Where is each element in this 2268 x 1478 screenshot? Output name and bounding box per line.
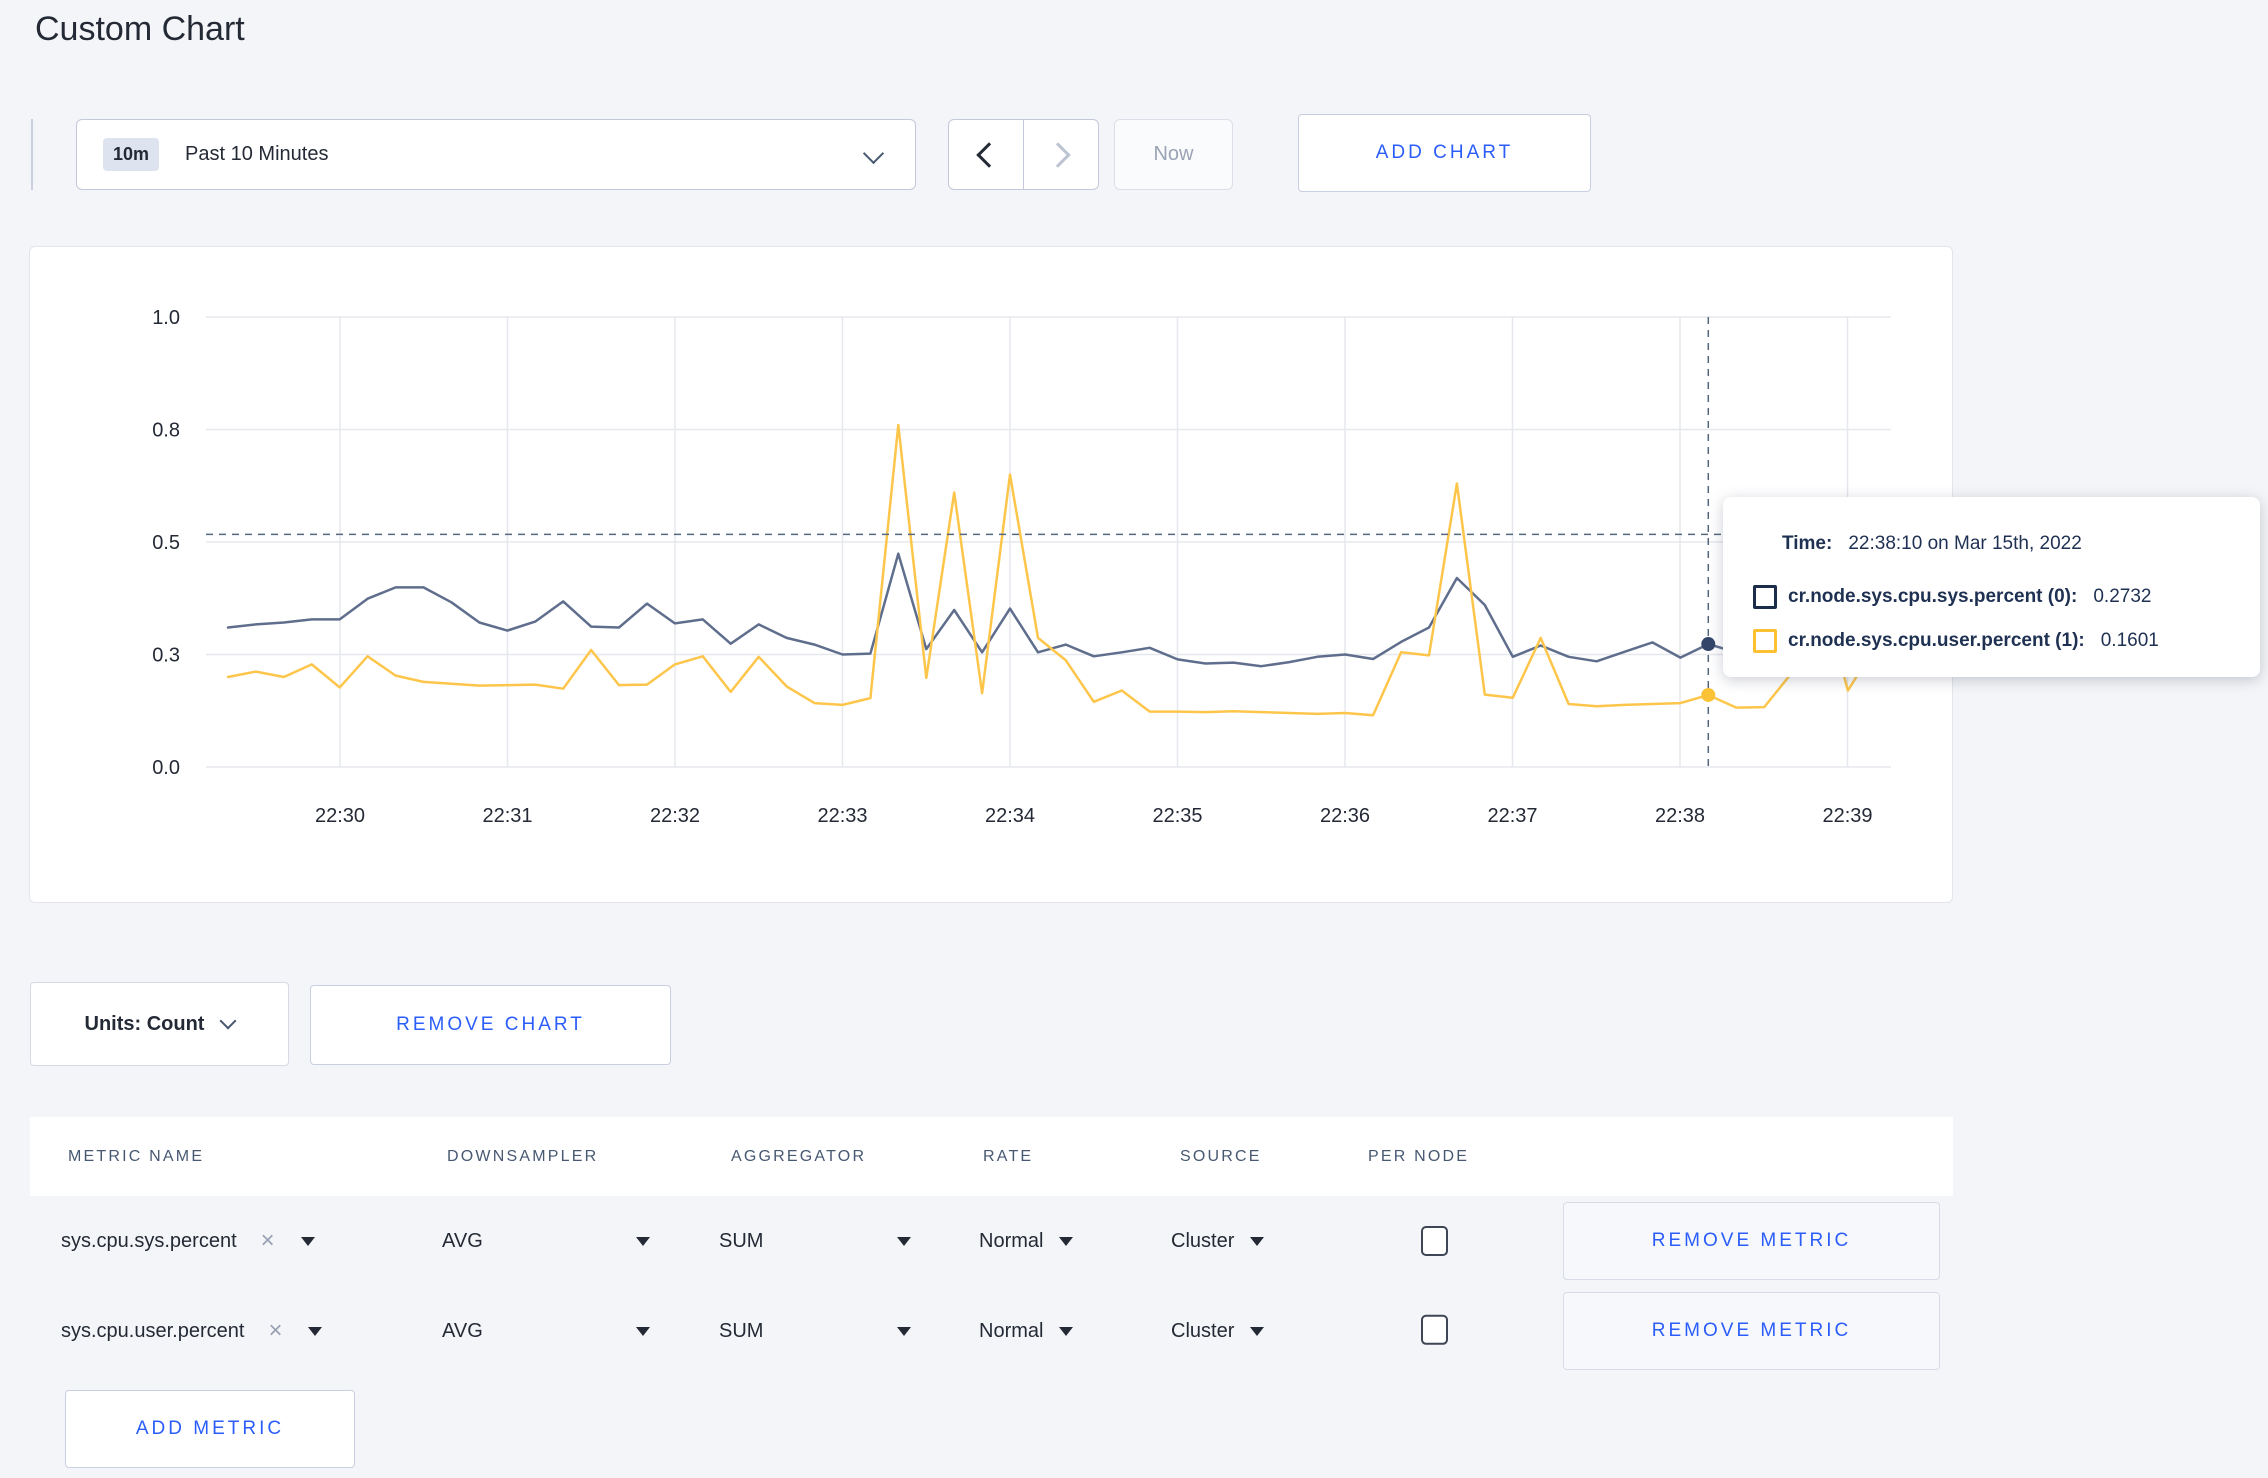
column-header-metric-name: METRIC NAME: [68, 1147, 205, 1165]
tooltip-time: Time: 22:38:10 on Mar 15th, 2022: [1782, 533, 2082, 555]
dropdown-caret-icon: [636, 1326, 650, 1336]
downsampler-value: AVG: [442, 1319, 483, 1342]
tooltip-time-value: 22:38:10 on Mar 15th, 2022: [1848, 533, 2082, 554]
svg-text:22:33: 22:33: [817, 805, 867, 827]
next-time-window-button[interactable]: [1023, 120, 1098, 189]
source-value: Cluster: [1171, 1229, 1235, 1252]
dropdown-caret-icon: [1250, 1236, 1265, 1246]
aggregator-value: SUM: [719, 1319, 764, 1342]
timescale-badge: 10m: [103, 138, 160, 171]
add-chart-button[interactable]: ADD CHART: [1298, 114, 1591, 192]
per-node-checkbox[interactable]: [1421, 1226, 1448, 1256]
column-header-rate: RATE: [983, 1147, 1034, 1165]
metric-row: sys.cpu.sys.percent × AVG SUM Normal Clu…: [30, 1196, 1953, 1286]
dropdown-caret-icon: [308, 1326, 323, 1336]
close-icon[interactable]: ×: [268, 1319, 282, 1343]
tooltip-series-row: cr.node.sys.cpu.sys.percent (0): 0.2732: [1753, 585, 2151, 609]
aggregator-value: SUM: [719, 1229, 764, 1252]
rate-select[interactable]: Normal: [979, 1196, 1074, 1286]
aggregator-select[interactable]: SUM: [719, 1196, 911, 1286]
svg-text:22:31: 22:31: [482, 805, 532, 827]
svg-text:0.3: 0.3: [152, 645, 180, 667]
rate-value: Normal: [979, 1319, 1044, 1342]
units-select[interactable]: Units: Count: [30, 982, 289, 1066]
toolbar-divider: [31, 119, 33, 190]
add-metric-button[interactable]: ADD METRIC: [65, 1390, 355, 1468]
series-swatch-icon: [1753, 585, 1777, 609]
column-header-source: SOURCE: [1180, 1147, 1262, 1165]
svg-text:22:32: 22:32: [650, 805, 700, 827]
svg-text:22:38: 22:38: [1655, 805, 1705, 827]
close-icon[interactable]: ×: [261, 1229, 275, 1253]
chevron-left-icon: [976, 141, 1002, 168]
svg-text:0.5: 0.5: [152, 532, 180, 554]
tooltip-series-value: 0.1601: [2100, 630, 2159, 651]
chevron-right-icon: [1045, 141, 1071, 168]
metric-name-label: sys.cpu.user.percent: [61, 1319, 245, 1342]
time-window-nav: [948, 119, 1099, 190]
tooltip-series-label: cr.node.sys.cpu.sys.percent (0):: [1788, 586, 2078, 607]
metric-name-label: sys.cpu.sys.percent: [61, 1229, 237, 1252]
svg-text:22:36: 22:36: [1320, 805, 1370, 827]
downsampler-select[interactable]: AVG: [442, 1196, 650, 1286]
downsampler-select[interactable]: AVG: [442, 1286, 650, 1376]
metrics-table-header: METRIC NAME DOWNSAMPLER AGGREGATOR RATE …: [30, 1117, 1953, 1196]
prev-time-window-button[interactable]: [949, 120, 1023, 189]
tooltip-time-label: Time:: [1782, 533, 1833, 554]
aggregator-select[interactable]: SUM: [719, 1286, 911, 1376]
column-header-downsampler: DOWNSAMPLER: [447, 1147, 599, 1165]
dropdown-caret-icon: [636, 1236, 650, 1246]
chart-panel: 0.0 0.3 0.5 0.8 1.0 22:30 22:31 22:32 22:33 22:34…: [29, 246, 1953, 903]
svg-text:22:35: 22:35: [1152, 805, 1202, 827]
tooltip-series-row: cr.node.sys.cpu.user.percent (1): 0.1601: [1753, 629, 2159, 653]
remove-chart-button[interactable]: REMOVE CHART: [310, 985, 671, 1065]
dropdown-caret-icon: [897, 1236, 911, 1246]
svg-text:22:34: 22:34: [985, 805, 1035, 827]
svg-text:22:30: 22:30: [315, 805, 365, 827]
chevron-down-icon: [862, 142, 885, 165]
series-swatch-icon: [1753, 629, 1777, 653]
metric-row: sys.cpu.user.percent × AVG SUM Normal Cl…: [30, 1286, 1953, 1376]
dropdown-caret-icon: [1250, 1326, 1265, 1336]
metric-name-select[interactable]: sys.cpu.sys.percent ×: [61, 1196, 315, 1286]
now-button[interactable]: Now: [1114, 119, 1233, 190]
column-header-per-node: PER NODE: [1368, 1147, 1470, 1165]
remove-metric-button[interactable]: REMOVE METRIC: [1563, 1292, 1940, 1370]
rate-value: Normal: [979, 1229, 1044, 1252]
column-header-aggregator: AGGREGATOR: [731, 1147, 867, 1165]
tooltip-series-label: cr.node.sys.cpu.user.percent (1):: [1788, 630, 2085, 651]
svg-text:22:39: 22:39: [1822, 805, 1872, 827]
per-node-checkbox[interactable]: [1421, 1314, 1448, 1345]
page-title: Custom Chart: [35, 10, 245, 48]
source-value: Cluster: [1171, 1319, 1235, 1342]
remove-metric-button[interactable]: REMOVE METRIC: [1563, 1202, 1940, 1280]
cpu-percent-line-chart[interactable]: 0.0 0.3 0.5 0.8 1.0 22:30 22:31 22:32 22:33 22:34…: [30, 247, 1952, 902]
svg-text:0.8: 0.8: [152, 420, 180, 442]
chevron-down-icon: [219, 1012, 237, 1030]
downsampler-value: AVG: [442, 1229, 483, 1252]
metric-name-select[interactable]: sys.cpu.user.percent ×: [61, 1286, 323, 1376]
units-label: Units: Count: [84, 1012, 205, 1035]
tooltip-series-value: 0.2732: [2093, 586, 2152, 607]
source-select[interactable]: Cluster: [1171, 1286, 1265, 1376]
dropdown-caret-icon: [300, 1236, 315, 1246]
timescale-label: Past 10 Minutes: [185, 143, 329, 165]
rate-select[interactable]: Normal: [979, 1286, 1074, 1376]
source-select[interactable]: Cluster: [1171, 1196, 1265, 1286]
dropdown-caret-icon: [897, 1326, 911, 1336]
custom-chart-page: Custom Chart 10m Past 10 Minutes Now ADD…: [0, 0, 2268, 1478]
dropdown-caret-icon: [1059, 1326, 1074, 1336]
timescale-select[interactable]: 10m Past 10 Minutes: [76, 119, 916, 190]
svg-text:22:37: 22:37: [1487, 805, 1537, 827]
chart-tooltip: Time: 22:38:10 on Mar 15th, 2022 cr.node.…: [1723, 497, 2260, 677]
svg-text:0.0: 0.0: [152, 757, 180, 779]
dropdown-caret-icon: [1059, 1236, 1074, 1246]
svg-text:1.0: 1.0: [152, 307, 180, 329]
